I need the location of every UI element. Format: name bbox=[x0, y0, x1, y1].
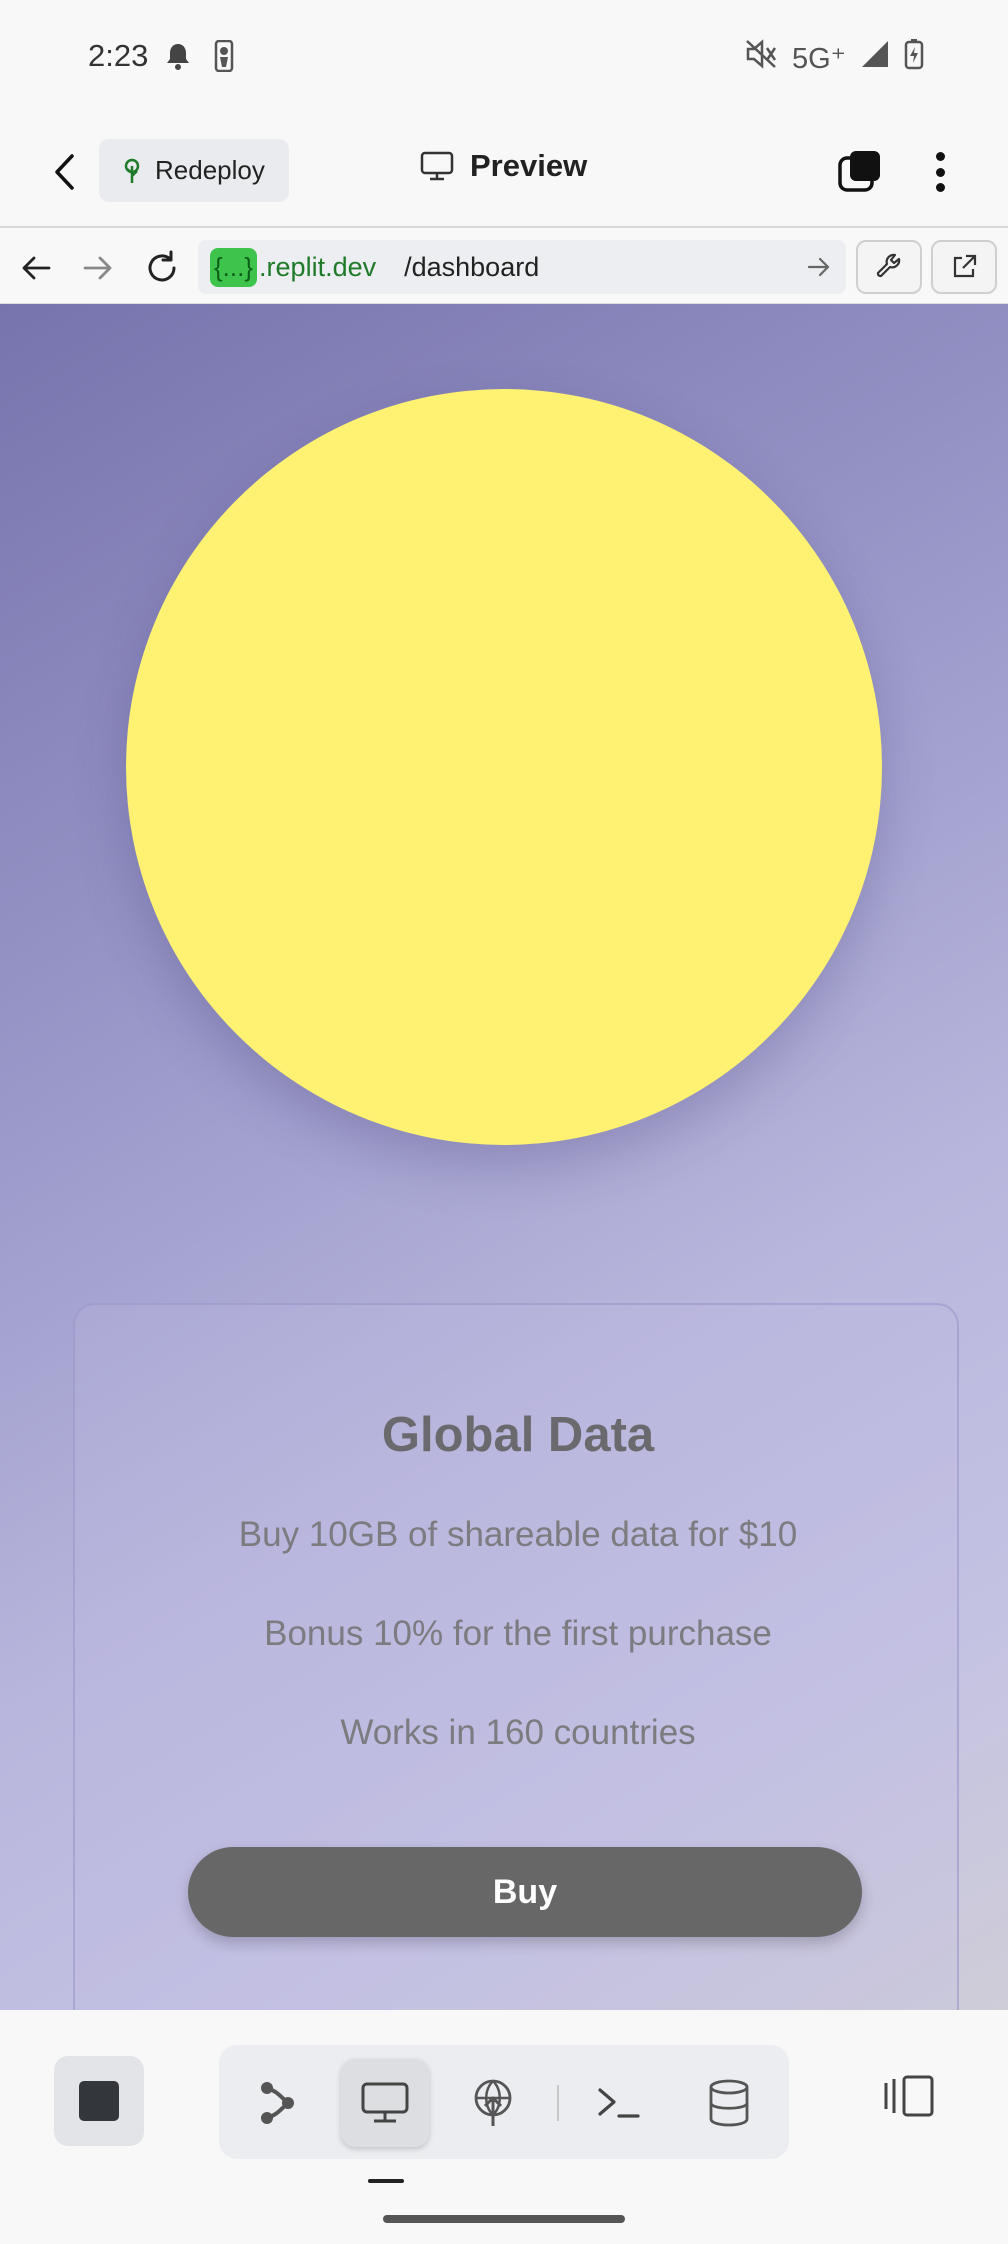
product-card: Global Data Buy 10GB of shareable data f… bbox=[73, 1303, 959, 2010]
tool-group bbox=[219, 2045, 789, 2159]
url-field[interactable]: {...} .replit.dev /dashboard bbox=[198, 240, 846, 294]
shell-button[interactable] bbox=[575, 2059, 663, 2147]
reload-button[interactable] bbox=[142, 248, 182, 288]
deploy-button[interactable] bbox=[449, 2059, 537, 2147]
bell-icon bbox=[164, 41, 192, 76]
bottom-toolbar bbox=[0, 2010, 1008, 2244]
wrench-icon bbox=[876, 253, 901, 278]
basketball-icon bbox=[214, 39, 234, 77]
app-header: Redeploy Preview bbox=[0, 110, 1008, 228]
preview-title-text: Preview bbox=[470, 148, 588, 183]
active-tab-indicator bbox=[368, 2179, 404, 2183]
status-right-icons: 5G⁺ bbox=[744, 38, 924, 78]
tool-separator bbox=[557, 2085, 559, 2121]
battery-charging-icon bbox=[904, 38, 924, 78]
url-chip: {...} bbox=[210, 247, 258, 287]
git-branch-icon bbox=[261, 2082, 294, 2124]
stop-icon bbox=[79, 2081, 119, 2121]
arrow-right-icon bbox=[83, 256, 112, 280]
card-title: Global Data bbox=[381, 1408, 655, 1462]
url-path: /dashboard bbox=[404, 251, 540, 282]
mute-icon bbox=[744, 38, 778, 78]
panel-toggle-button[interactable] bbox=[878, 2066, 938, 2126]
more-dot bbox=[935, 183, 945, 192]
go-arrow-icon[interactable] bbox=[806, 254, 832, 280]
more-dot bbox=[935, 152, 945, 161]
card-line-coverage: Works in 160 countries bbox=[340, 1713, 696, 1752]
card-line-bonus: Bonus 10% for the first purchase bbox=[264, 1614, 772, 1653]
status-bar: 2:23 5G⁺ bbox=[0, 0, 1008, 110]
home-indicator[interactable] bbox=[383, 2215, 625, 2223]
card-line-price: Buy 10GB of shareable data for $10 bbox=[238, 1515, 798, 1554]
database-icon bbox=[709, 2079, 749, 2127]
tree-icon bbox=[124, 158, 140, 183]
devtools-button[interactable] bbox=[856, 240, 922, 294]
redeploy-button[interactable]: Redeploy bbox=[99, 139, 289, 202]
more-dot bbox=[935, 167, 945, 177]
tabs-icon bbox=[838, 151, 880, 192]
status-left-icons bbox=[164, 39, 234, 77]
signal-icon bbox=[860, 39, 890, 77]
tabs-button[interactable] bbox=[836, 148, 884, 196]
url-domain: .replit.dev bbox=[259, 251, 377, 282]
url-toolbar: {...} .replit.dev /dashboard bbox=[0, 230, 1008, 304]
network-type: 5G⁺ bbox=[792, 42, 846, 75]
status-time: 2:23 bbox=[88, 38, 149, 73]
stop-button[interactable] bbox=[54, 2056, 144, 2146]
nav-forward-button[interactable] bbox=[78, 248, 118, 288]
terminal-icon bbox=[598, 2088, 640, 2118]
database-button[interactable] bbox=[685, 2059, 773, 2147]
buy-button[interactable]: Buy bbox=[188, 1847, 862, 1937]
git-button[interactable] bbox=[233, 2059, 321, 2147]
sun-circle bbox=[126, 389, 882, 1145]
chevron-left-icon bbox=[55, 154, 74, 190]
deploy-globe-icon bbox=[474, 2079, 512, 2126]
redeploy-label: Redeploy bbox=[155, 155, 265, 185]
back-button[interactable] bbox=[44, 152, 84, 192]
nav-back-button[interactable] bbox=[16, 248, 56, 288]
preview-tab-button[interactable] bbox=[341, 2059, 429, 2147]
monitor-icon bbox=[361, 2082, 409, 2123]
panel-toggle-icon bbox=[884, 2075, 934, 2117]
arrow-left-icon bbox=[22, 256, 51, 280]
monitor-icon bbox=[420, 151, 454, 181]
open-external-button[interactable] bbox=[931, 240, 997, 294]
preview-title: Preview bbox=[420, 148, 587, 184]
preview-viewport[interactable]: Global Data Buy 10GB of shareable data f… bbox=[0, 304, 1008, 2010]
external-link-icon bbox=[953, 254, 977, 278]
reload-icon bbox=[148, 250, 176, 282]
more-options-button[interactable] bbox=[924, 146, 956, 198]
